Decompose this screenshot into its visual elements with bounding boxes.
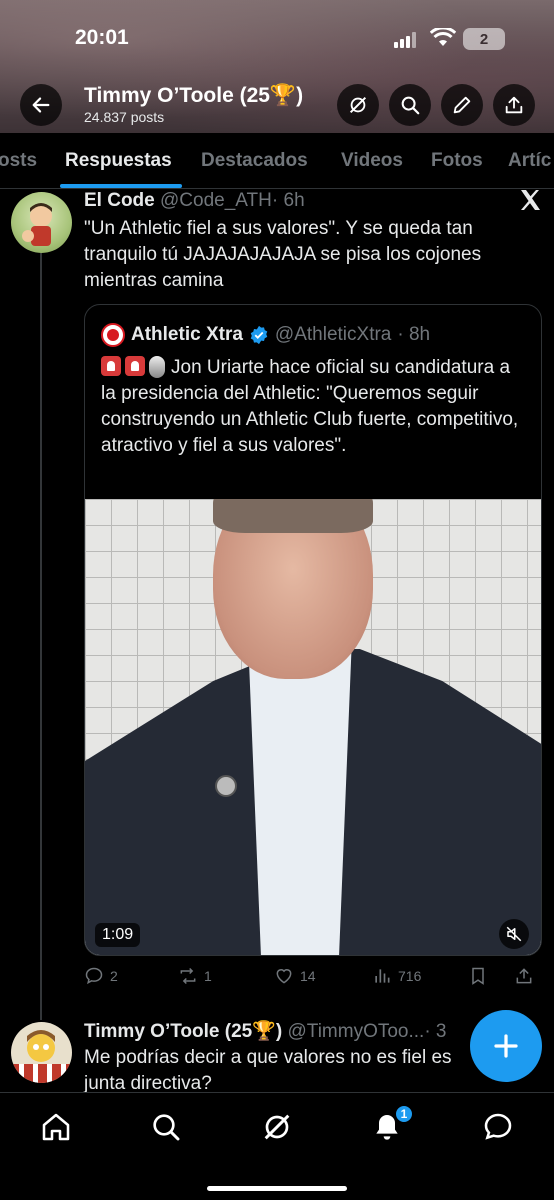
bookmark-action[interactable] [468, 966, 488, 986]
cellular-signal-icon [394, 32, 420, 48]
tweet-actions: 2 1 14 716 [84, 966, 544, 990]
lapel-pin [215, 775, 237, 797]
microphone-emoji-icon [149, 356, 165, 378]
search-icon[interactable] [150, 1111, 182, 1143]
messages-icon[interactable] [482, 1111, 514, 1143]
bookmark-icon [472, 967, 484, 985]
avatar-image [22, 203, 52, 246]
siren-emoji-icon [101, 356, 121, 376]
speaker-muted-icon [506, 926, 522, 942]
reply-count: 2 [110, 968, 118, 984]
edit-button[interactable] [441, 84, 483, 126]
tab-destacados[interactable]: Destacados [201, 150, 308, 172]
author-name[interactable]: El Code [84, 190, 155, 211]
avatar-timmy[interactable] [11, 1022, 72, 1083]
author-name[interactable]: Timmy O’Toole (25🏆) [84, 1021, 282, 1042]
tweet-time: · 3 [424, 1021, 447, 1042]
author-handle[interactable]: @Code_ATH [160, 190, 272, 211]
quote-text-block: Jon Uriarte hace oficial su candidatura … [101, 355, 527, 459]
repost-count: 1 [204, 968, 212, 984]
tweet-time: · 6h [271, 190, 305, 211]
share-action[interactable] [514, 966, 534, 986]
active-tab-indicator [60, 184, 182, 188]
posts-count: 24.837 posts [84, 109, 165, 125]
quote-author-handle: @AthleticXtra [274, 324, 392, 345]
emoji-row [101, 356, 165, 378]
like-count: 14 [300, 968, 316, 984]
profile-name: Timmy O’Toole (25🏆) [84, 84, 304, 107]
quoted-tweet[interactable]: Athletic Xtra @AthleticXtra · 8h Jon Uria… [84, 304, 542, 956]
quote-author-name: Athletic Xtra [131, 324, 243, 345]
back-button[interactable] [20, 84, 62, 126]
author-handle[interactable]: @TimmyOToo... [288, 1021, 425, 1042]
plus-icon [494, 1034, 518, 1058]
reply-icon [85, 967, 103, 985]
grok-icon [349, 96, 367, 114]
grok-icon[interactable] [261, 1111, 293, 1143]
avatar-image [11, 1030, 72, 1083]
wifi-icon [430, 28, 456, 46]
status-bar: 20:01 2 [0, 22, 554, 52]
share-icon [505, 96, 523, 114]
pencil-icon [453, 96, 471, 114]
tweet-text: Me podrías decir a que valores no es fie… [84, 1047, 452, 1094]
like-action[interactable]: 14 [274, 966, 316, 986]
share-button[interactable] [493, 84, 535, 126]
heart-icon [276, 969, 292, 984]
battery-indicator: 2 [463, 28, 505, 50]
home-icon[interactable] [40, 1111, 72, 1143]
tab-respuestas[interactable]: Respuestas [65, 150, 172, 172]
search-icon [401, 96, 420, 115]
grok-button[interactable] [337, 84, 379, 126]
video-player[interactable]: 1:09 [85, 499, 541, 955]
home-indicator [207, 1186, 347, 1191]
views-count: 716 [398, 968, 422, 984]
status-time: 20:01 [75, 26, 129, 49]
x-logo-icon [521, 190, 540, 210]
quote-header: Athletic Xtra @AthleticXtra · 8h [101, 323, 430, 347]
repost-action[interactable]: 1 [178, 966, 212, 986]
profile-tabs: osts Respuestas Destacados Videos Fotos … [0, 133, 554, 189]
search-button[interactable] [389, 84, 431, 126]
tab-posts[interactable]: osts [0, 150, 37, 172]
quote-time: · 8h [397, 324, 431, 345]
views-action[interactable]: 716 [372, 966, 421, 986]
notifications-badge: 1 [394, 1104, 414, 1124]
bottom-nav [0, 1092, 554, 1200]
tab-articulos[interactable]: Artíc [508, 150, 551, 172]
tweet-header: El Code @Code_ATH· 6h [84, 190, 305, 212]
siren-emoji-icon [125, 356, 145, 376]
views-chart-icon [375, 969, 390, 983]
repost-icon [180, 967, 196, 985]
avatar-el-code[interactable] [11, 192, 72, 253]
tab-videos[interactable]: Videos [341, 150, 403, 172]
video-person-hair [213, 499, 373, 533]
compose-post-button[interactable] [470, 1010, 542, 1082]
athletic-xtra-avatar [101, 323, 125, 347]
tab-fotos[interactable]: Fotos [431, 150, 483, 172]
tweet-header: Timmy O’Toole (25🏆) @TimmyOToo...· 3 [84, 1019, 464, 1043]
tweet-text: "Un Athletic fiel a sus valores". Y se q… [84, 218, 482, 291]
video-duration: 1:09 [95, 923, 141, 947]
reply-action[interactable]: 2 [84, 966, 118, 986]
verified-badge-icon [250, 325, 268, 345]
share-icon [516, 968, 532, 984]
mute-button[interactable] [499, 919, 529, 949]
arrow-left-icon [32, 97, 50, 113]
thread-line [40, 250, 42, 1020]
profile-header-banner: 20:01 2 Timmy O’Toole (25🏆) 24.837 posts [0, 0, 554, 133]
